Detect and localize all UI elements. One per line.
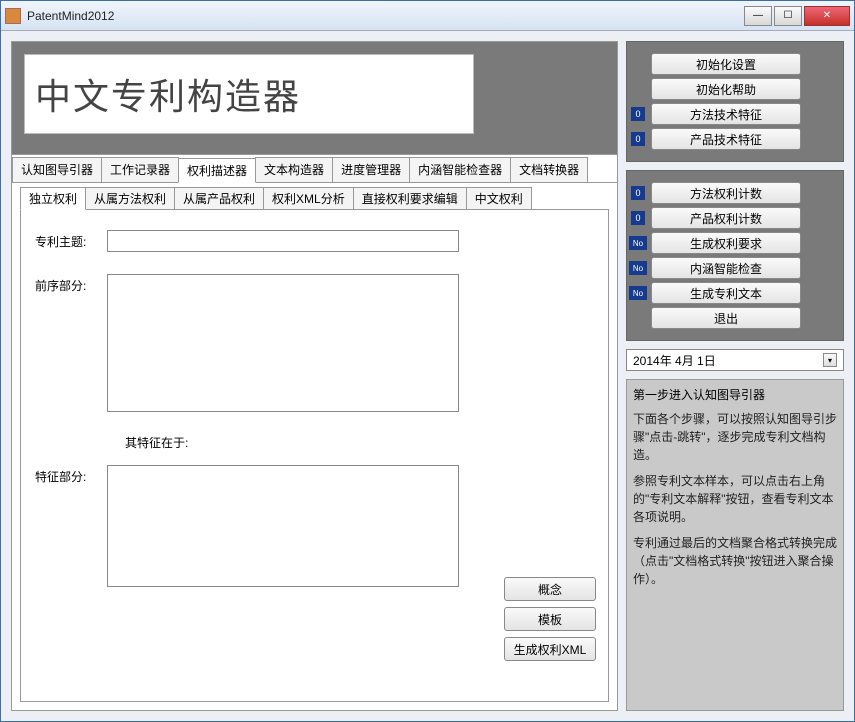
tab-cognitive-map[interactable]: 认知图导引器 <box>12 157 102 182</box>
subtab-direct-edit[interactable]: 直接权利要求编辑 <box>353 187 467 210</box>
window-controls: — ☐ ✕ <box>744 6 850 26</box>
subject-row: 专利主题: <box>35 230 594 252</box>
help-paragraph: 专利通过最后的文档聚合格式转换完成（点击"文档格式转换"按钮进入聚合操作）。 <box>633 534 837 588</box>
help-panel: 第一步进入认知图导引器 下面各个步骤，可以按照认知图导引步骤"点击-跳转"，逐步… <box>626 379 844 711</box>
init-settings-button[interactable]: 初始化设置 <box>651 53 801 75</box>
preamble-label: 前序部分: <box>35 274 107 294</box>
feature-label: 特征部分: <box>35 465 107 485</box>
badge-no: No <box>629 236 647 250</box>
badge-zero: 0 <box>631 132 645 146</box>
chevron-down-icon[interactable]: ▾ <box>823 353 837 367</box>
right-column: 初始化设置 初始化帮助 0 方法技术特征 0 产品技术特征 0 方法权利计数 0 产品权… <box>626 41 844 711</box>
tab-semantic-checker[interactable]: 内涵智能检查器 <box>409 157 511 182</box>
subtab-method-dependent[interactable]: 从属方法权利 <box>85 187 175 210</box>
concept-button[interactable]: 概念 <box>504 577 596 601</box>
badge-no: No <box>629 286 647 300</box>
help-paragraph: 下面各个步骤，可以按照认知图导引步骤"点击-跳转"，逐步完成专利文档构造。 <box>633 410 837 464</box>
sub-panel: 专利主题: 前序部分: 其特征在于: 特征部分: 概念 模板 <box>20 209 609 702</box>
banner: 中文专利构造器 <box>24 54 474 134</box>
subtab-chinese-claim[interactable]: 中文权利 <box>466 187 532 210</box>
date-picker[interactable]: 2014年 4月 1日 ▾ <box>626 349 844 371</box>
mid-right-box: 0 方法权利计数 0 产品权利计数 No 生成权利要求 No 内涵智能检查 No 生成专利… <box>626 170 844 341</box>
tab-progress[interactable]: 进度管理器 <box>332 157 410 182</box>
badge-zero: 0 <box>631 186 645 200</box>
product-count-button[interactable]: 产品权利计数 <box>651 207 801 229</box>
feature-textarea[interactable] <box>107 465 459 587</box>
gen-xml-button[interactable]: 生成权利XML <box>504 637 596 661</box>
help-paragraph: 参照专利文本样本，可以点击右上角的"专利文本解释"按钮，查看专利文本各项说明。 <box>633 472 837 526</box>
date-value: 2014年 4月 1日 <box>633 352 716 369</box>
subtab-xml-analysis[interactable]: 权利XML分析 <box>263 187 354 210</box>
exit-button[interactable]: 退出 <box>651 307 801 329</box>
preamble-row: 前序部分: <box>35 274 594 412</box>
left-column: 中文专利构造器 认知图导引器 工作记录器 权利描述器 文本构造器 进度管理器 内… <box>11 41 618 711</box>
app-icon <box>5 8 21 24</box>
action-column: 概念 模板 生成权利XML <box>504 577 596 661</box>
tab-text-builder[interactable]: 文本构造器 <box>255 157 333 182</box>
subtab-product-dependent[interactable]: 从属产品权利 <box>174 187 264 210</box>
method-count-button[interactable]: 方法权利计数 <box>651 182 801 204</box>
badge-no: No <box>629 261 647 275</box>
subject-input[interactable] <box>107 230 459 252</box>
banner-title: 中文专利构造器 <box>35 68 301 120</box>
characterized-label: 其特征在于: <box>125 434 594 451</box>
titlebar: PatentMind2012 — ☐ ✕ <box>1 1 854 31</box>
tab-claim-describer[interactable]: 权利描述器 <box>178 158 256 183</box>
preamble-textarea[interactable] <box>107 274 459 412</box>
subject-label: 专利主题: <box>35 230 107 250</box>
badge-zero: 0 <box>631 107 645 121</box>
template-button[interactable]: 模板 <box>504 607 596 631</box>
feature-row: 特征部分: <box>35 465 594 587</box>
main-tabs: 认知图导引器 工作记录器 权利描述器 文本构造器 进度管理器 内涵智能检查器 文… <box>11 155 618 183</box>
gen-claims-button[interactable]: 生成权利要求 <box>651 232 801 254</box>
tab-doc-converter[interactable]: 文档转换器 <box>510 157 588 182</box>
init-help-button[interactable]: 初始化帮助 <box>651 78 801 100</box>
client-area: 中文专利构造器 认知图导引器 工作记录器 权利描述器 文本构造器 进度管理器 内… <box>1 31 854 721</box>
method-tech-button[interactable]: 方法技术特征 <box>651 103 801 125</box>
tab-work-recorder[interactable]: 工作记录器 <box>101 157 179 182</box>
maximize-button[interactable]: ☐ <box>774 6 802 26</box>
content-panel: 独立权利 从属方法权利 从属产品权利 权利XML分析 直接权利要求编辑 中文权利… <box>11 183 618 711</box>
gen-patent-text-button[interactable]: 生成专利文本 <box>651 282 801 304</box>
semantic-check-button[interactable]: 内涵智能检查 <box>651 257 801 279</box>
banner-panel: 中文专利构造器 <box>11 41 618 155</box>
subtab-independent[interactable]: 独立权利 <box>20 187 86 210</box>
help-title: 第一步进入认知图导引器 <box>633 386 837 404</box>
window-title: PatentMind2012 <box>27 9 744 23</box>
app-window: PatentMind2012 — ☐ ✕ 中文专利构造器 认知图导引器 工作记录… <box>0 0 855 722</box>
sub-tabs: 独立权利 从属方法权利 从属产品权利 权利XML分析 直接权利要求编辑 中文权利 <box>20 187 609 210</box>
top-right-box: 初始化设置 初始化帮助 0 方法技术特征 0 产品技术特征 <box>626 41 844 162</box>
badge-zero: 0 <box>631 211 645 225</box>
close-button[interactable]: ✕ <box>804 6 850 26</box>
product-tech-button[interactable]: 产品技术特征 <box>651 128 801 150</box>
minimize-button[interactable]: — <box>744 6 772 26</box>
